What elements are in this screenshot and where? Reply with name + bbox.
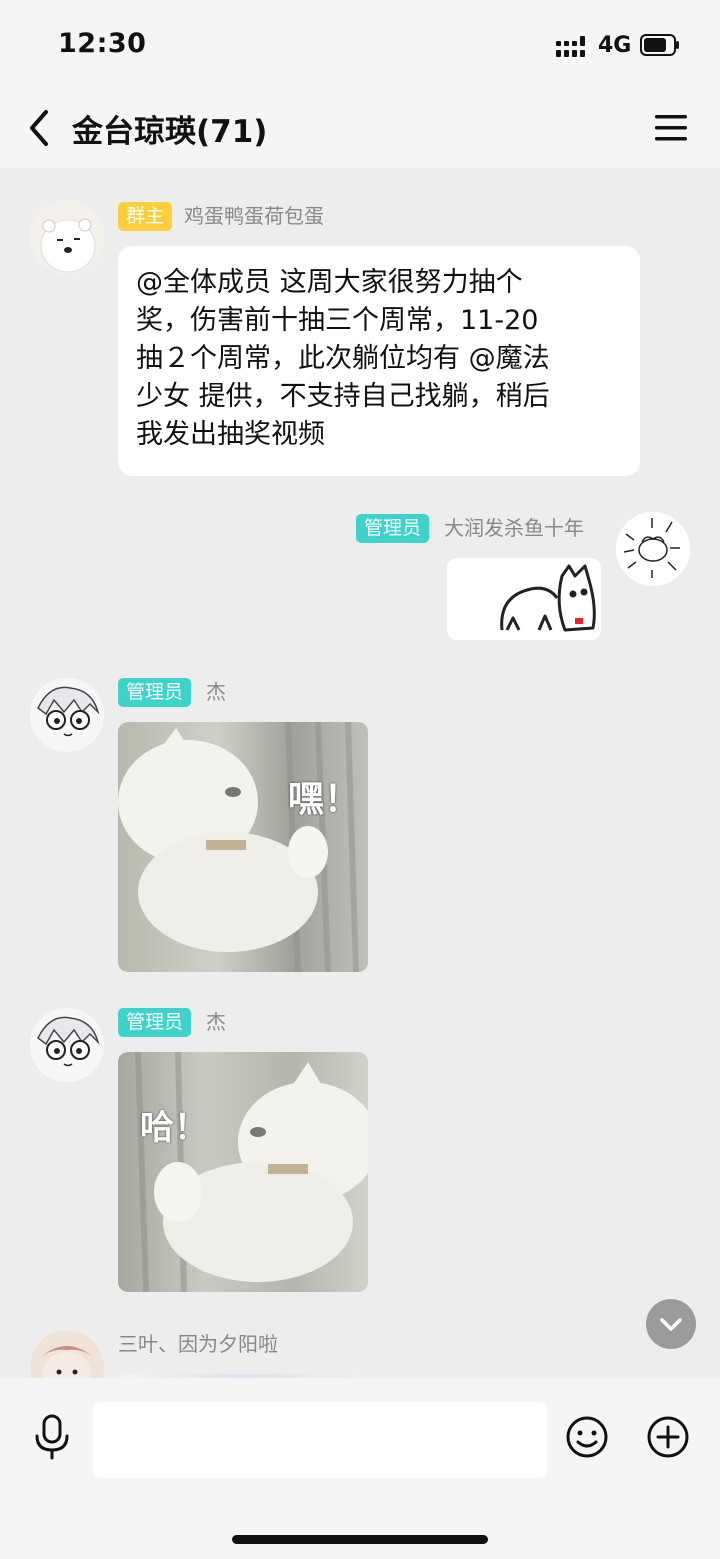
cat-sticker-image <box>135 1052 368 1292</box>
sticker-message[interactable]: 哈！ <box>118 1052 368 1292</box>
network-type: 4G <box>598 33 632 58</box>
input-bar <box>0 1378 720 1559</box>
anime-avatar-icon <box>30 1008 104 1082</box>
message-bubble[interactable]: @全体成员 这周大家很努力抽个 奖，伤害前十抽三个周常，11-20 抽２个周常，… <box>118 246 640 476</box>
sticker-message[interactable]: 嘿！ <box>118 722 368 972</box>
sender-name[interactable]: 杰 <box>206 1008 226 1037</box>
status-bar: 12:30 4G <box>0 0 720 90</box>
avatar[interactable] <box>30 1008 104 1082</box>
cat-sticker-image <box>118 722 359 972</box>
message-line: 抽２个周常，此次躺位均有 @魔法 <box>136 343 550 374</box>
microphone-icon[interactable] <box>32 1414 72 1460</box>
scroll-to-bottom-button[interactable] <box>646 1299 696 1349</box>
chat-title: 金台琼瑛(71) <box>72 114 268 150</box>
sender-name[interactable]: 三叶、因为夕阳啦 <box>118 1330 278 1359</box>
chat-header: 金台琼瑛(71) <box>0 90 720 168</box>
add-icon[interactable] <box>646 1415 690 1459</box>
avatar[interactable] <box>616 512 690 586</box>
avatar[interactable] <box>30 200 104 274</box>
admin-badge: 管理员 <box>118 678 192 707</box>
sticker-caption: 哈！ <box>140 1108 208 1148</box>
message-line: @全体成员 这周大家很努力抽个 <box>136 267 523 298</box>
avatar[interactable] <box>30 678 104 752</box>
sender-name[interactable]: 鸡蛋鸭蛋荷包蛋 <box>184 202 324 231</box>
signal-icon <box>556 36 585 57</box>
message-line: 少女 提供，不支持自己找躺，稍后 <box>136 381 550 412</box>
status-time: 12:30 <box>58 28 147 59</box>
sender-name[interactable]: 大润发杀鱼十年 <box>444 514 584 543</box>
chat-message-list[interactable]: 群主 鸡蛋鸭蛋荷包蛋 @全体成员 这周大家很努力抽个 奖，伤害前十抽三个周常，1… <box>0 168 720 1378</box>
admin-badge: 管理员 <box>356 514 430 543</box>
cat-doodle-icon <box>500 564 596 632</box>
sender-name[interactable]: 杰 <box>206 678 226 707</box>
owner-badge: 群主 <box>118 202 173 231</box>
sketch-avatar-icon <box>616 512 690 586</box>
chevron-down-icon <box>660 1318 682 1331</box>
battery-icon <box>640 34 679 56</box>
bear-avatar-icon <box>30 200 104 274</box>
menu-icon[interactable] <box>654 112 688 144</box>
message-input[interactable] <box>93 1402 547 1478</box>
avatar[interactable] <box>30 1330 104 1378</box>
sticker-caption: 嘿！ <box>288 779 361 820</box>
message-line: 我发出抽奖视频 <box>136 419 325 450</box>
anime-avatar-icon <box>30 678 104 752</box>
emoji-icon[interactable] <box>565 1415 609 1459</box>
message-line: 奖，伤害前十抽三个周常，11-20 <box>136 305 539 336</box>
admin-badge: 管理员 <box>118 1008 192 1037</box>
back-icon[interactable] <box>26 108 54 148</box>
doll-avatar-icon <box>30 1330 104 1378</box>
sticker-message[interactable] <box>447 558 601 640</box>
home-indicator <box>232 1535 488 1544</box>
